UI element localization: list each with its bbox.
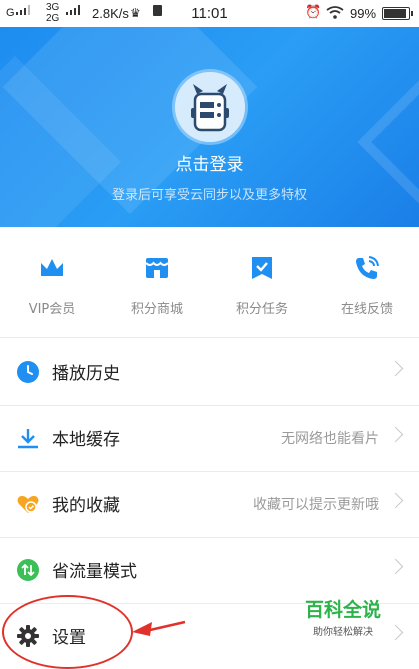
- quick-item-label: 积分商城: [130, 302, 183, 317]
- menu-item-label: 本地缓存: [52, 430, 120, 450]
- quick-item-feedback[interactable]: 在线反馈: [315, 246, 419, 326]
- avatar[interactable]: [175, 72, 245, 142]
- menu-item-hint: 无网络也能看片: [281, 431, 379, 447]
- watermark-subtitle: 助你轻松解决: [313, 627, 373, 638]
- store-icon: [145, 258, 169, 278]
- watermark: 百科全说 助你轻松解决: [298, 595, 388, 638]
- status-bar: G 3G 2G 2.8K/s ♛ 11:01 ⏰ 99%: [0, 0, 419, 27]
- menu-item-favorites[interactable]: 我的收藏 收藏可以提示更新哦: [0, 471, 419, 537]
- menu-item-label: 我的收藏: [52, 496, 120, 516]
- chevron-right-icon: [387, 426, 404, 443]
- account-header[interactable]: 点击登录 登录后可享受云同步以及更多特权: [0, 27, 419, 227]
- menu-item-hint: 收藏可以提示更新哦: [253, 497, 379, 513]
- battery-percent: 99%: [350, 6, 377, 21]
- chevron-right-icon: [387, 624, 404, 641]
- quick-item-vip[interactable]: VIP会员: [0, 246, 104, 326]
- chevron-right-icon: [387, 492, 404, 509]
- quick-item-store[interactable]: 积分商城: [105, 246, 209, 326]
- menu-item-history[interactable]: 播放历史: [0, 339, 419, 405]
- heart-icon: [17, 495, 39, 513]
- quick-item-tasks[interactable]: 积分任务: [210, 246, 314, 326]
- menu-item-data-saver[interactable]: 省流量模式: [0, 537, 419, 603]
- annotation-circle: [2, 595, 133, 669]
- divider: [0, 337, 419, 338]
- task-check-icon: [252, 257, 272, 279]
- phone-feedback-icon: [356, 256, 379, 279]
- data-saver-icon: [17, 559, 39, 581]
- watermark-title: 百科全说: [304, 599, 381, 621]
- quick-item-label: 积分任务: [235, 302, 288, 317]
- menu-item-label: 播放历史: [52, 364, 120, 384]
- chevron-right-icon: [387, 360, 404, 377]
- menu-item-label: 省流量模式: [52, 562, 137, 582]
- wifi-icon: [326, 6, 344, 19]
- chevron-right-icon: [387, 558, 404, 575]
- download-icon: [18, 429, 38, 449]
- login-link[interactable]: 点击登录: [0, 150, 419, 175]
- annotation-arrow-icon: [132, 620, 186, 636]
- login-subtitle: 登录后可享受云同步以及更多特权: [111, 188, 307, 203]
- robot-avatar-icon: [175, 72, 245, 142]
- quick-item-label: VIP会员: [28, 302, 76, 317]
- crown-icon: [41, 259, 63, 276]
- menu-item-local-cache[interactable]: 本地缓存 无网络也能看片: [0, 405, 419, 471]
- clock-icon: [17, 361, 39, 383]
- alarm-icon: ⏰: [305, 4, 322, 19]
- battery-icon: [382, 7, 413, 20]
- quick-item-label: 在线反馈: [340, 302, 393, 317]
- quick-actions: VIP会员 积分商城 积分任务 在线反馈: [0, 246, 419, 326]
